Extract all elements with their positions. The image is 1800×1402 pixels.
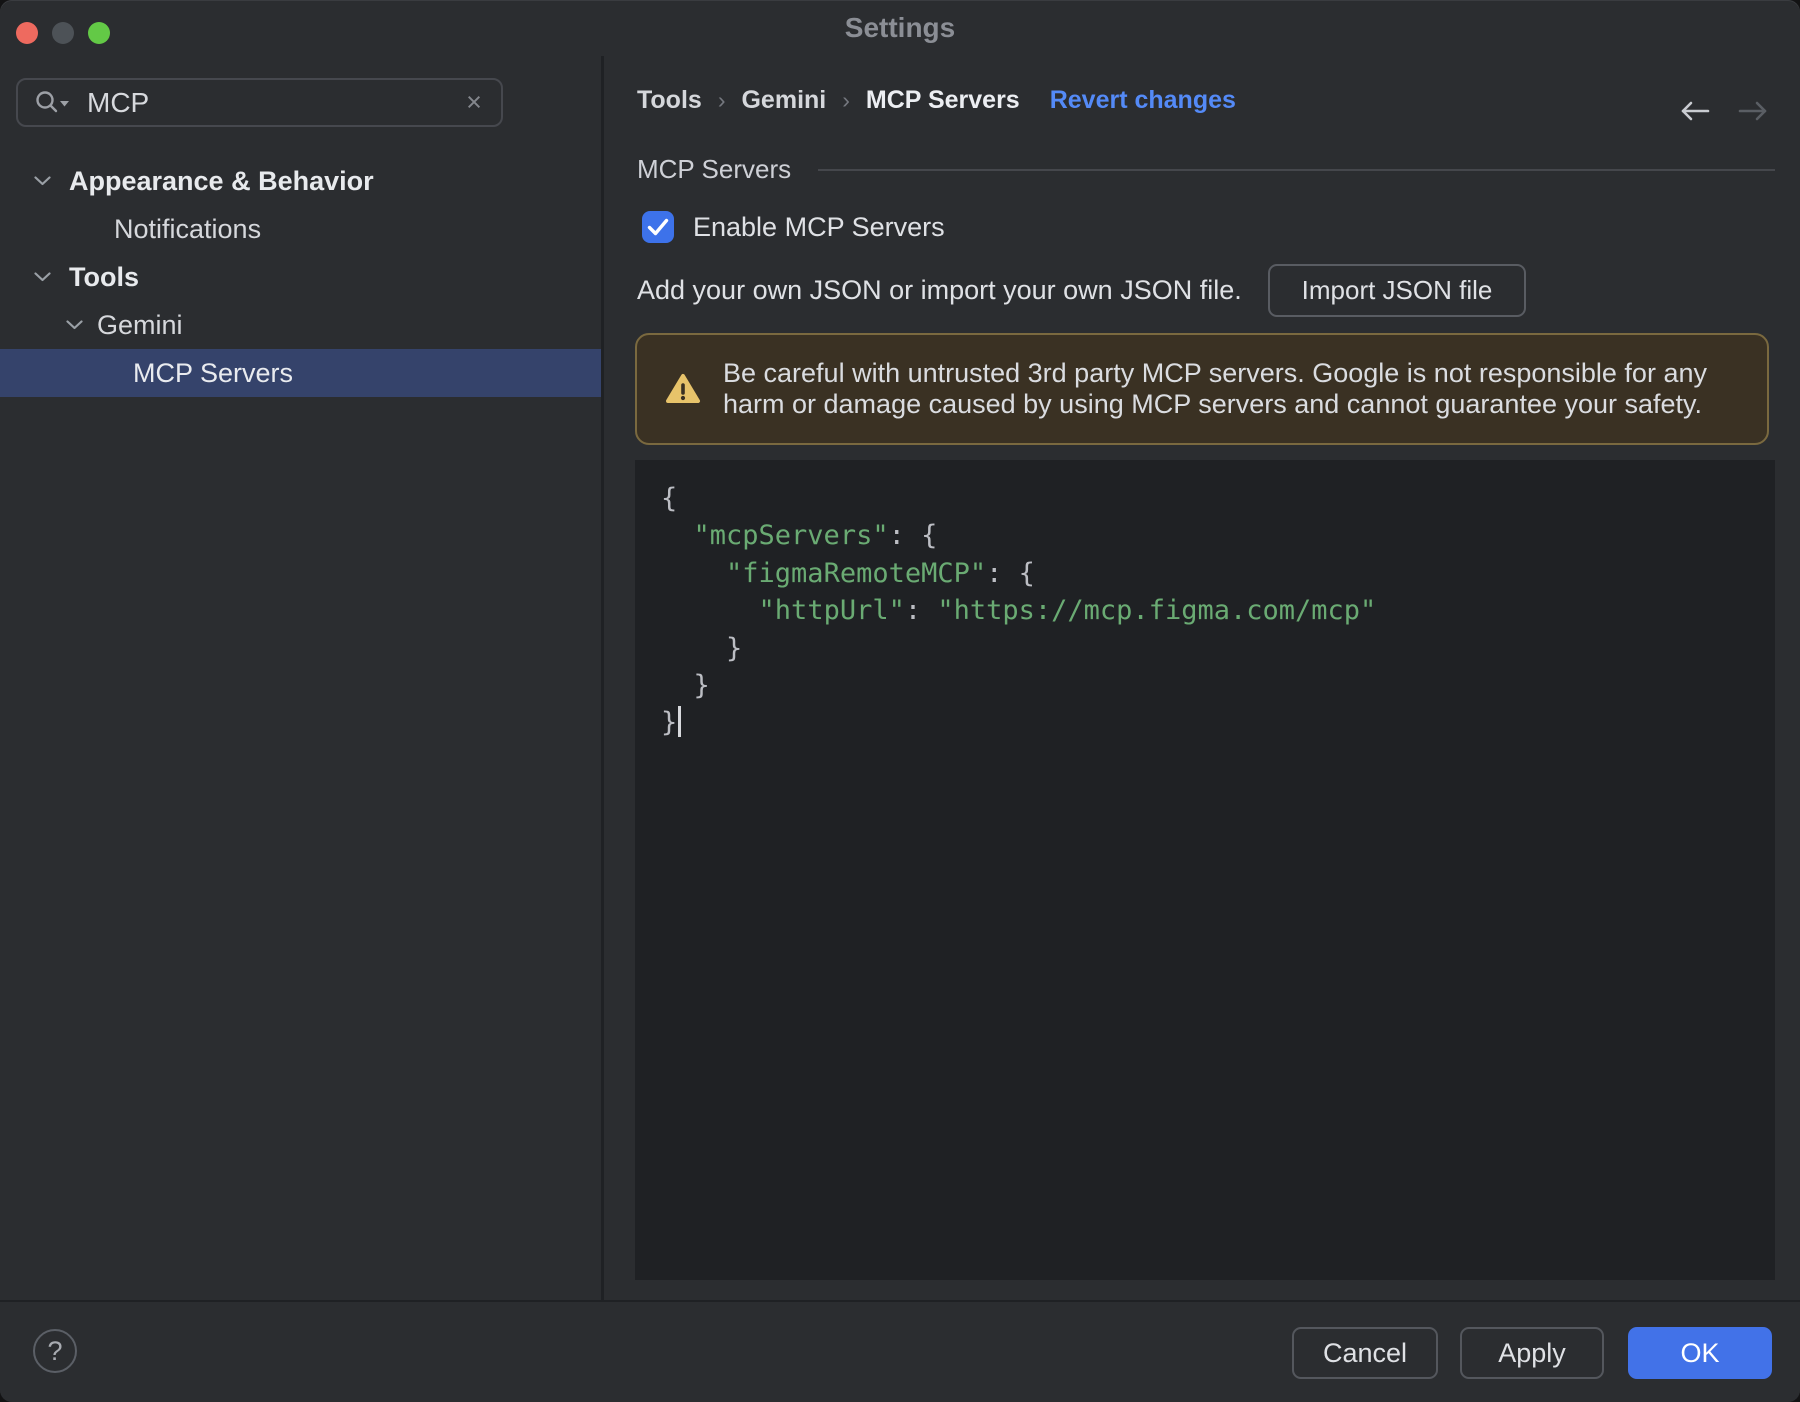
code-line: } xyxy=(661,632,743,664)
code-line: } xyxy=(661,704,1755,741)
breadcrumb-separator-icon: › xyxy=(717,87,726,113)
settings-tree: Appearance & Behavior Notifications Tool… xyxy=(0,157,601,397)
search-icon xyxy=(36,90,69,112)
ok-button[interactable]: OK xyxy=(1628,1327,1772,1379)
cancel-button[interactable]: Cancel xyxy=(1292,1327,1438,1379)
breadcrumb-item-tools[interactable]: Tools xyxy=(637,86,702,115)
sidebar-item-gemini[interactable]: Gemini xyxy=(0,301,601,349)
breadcrumb-separator-icon: › xyxy=(842,87,850,113)
warning-icon xyxy=(666,374,700,403)
chevron-down-icon[interactable] xyxy=(66,320,83,330)
titlebar: Settings xyxy=(0,0,1800,56)
dialog-footer: ? Cancel Apply OK xyxy=(0,1300,1800,1402)
section-title: MCP Servers xyxy=(637,154,792,184)
code-line: "httpUrl": "https://mcp.figma.com/mcp" xyxy=(758,595,1377,627)
window-title: Settings xyxy=(844,12,956,43)
search-input[interactable] xyxy=(85,85,461,120)
enable-mcp-checkbox[interactable] xyxy=(642,211,674,243)
zoom-window-button[interactable] xyxy=(88,22,110,44)
mcp-json-editor[interactable]: { "mcpServers": { "figmaRemoteMCP": { "h… xyxy=(635,460,1775,1280)
minimize-window-button[interactable] xyxy=(52,22,74,44)
import-json-row: Add your own JSON or import your own JSO… xyxy=(637,263,1775,317)
sidebar-item-mcp-servers[interactable]: MCP Servers xyxy=(0,349,601,397)
text-caret xyxy=(678,706,681,738)
breadcrumb-item-gemini[interactable]: Gemini xyxy=(741,86,826,115)
section-divider xyxy=(818,168,1775,171)
chevron-down-icon[interactable] xyxy=(34,176,51,186)
breadcrumb: Tools › Gemini › MCP Servers Revert chan… xyxy=(637,86,1236,115)
code-line: } xyxy=(661,670,710,702)
sidebar-item-label: MCP Servers xyxy=(133,357,294,388)
settings-search-box[interactable]: × xyxy=(16,78,503,127)
sidebar-item-appearance-behavior[interactable]: Appearance & Behavior xyxy=(0,157,601,205)
sidebar-item-label: Gemini xyxy=(97,309,183,340)
revert-changes-link[interactable]: Revert changes xyxy=(1050,86,1236,115)
traffic-lights xyxy=(16,22,110,44)
sidebar-item-label: Tools xyxy=(69,261,139,292)
forward-arrow-icon[interactable] xyxy=(1738,100,1770,122)
sidebar-item-label: Notifications xyxy=(114,213,262,244)
settings-sidebar: × Appearance & Behavior Notifications To… xyxy=(0,56,604,1300)
history-nav xyxy=(1678,100,1770,122)
checkmark-icon xyxy=(647,218,669,236)
import-json-text: Add your own JSON or import your own JSO… xyxy=(637,274,1242,305)
enable-mcp-row: Enable MCP Servers xyxy=(642,211,945,243)
help-button[interactable]: ? xyxy=(33,1329,77,1373)
breadcrumb-item-mcp-servers: MCP Servers xyxy=(865,86,1020,114)
close-window-button[interactable] xyxy=(16,22,38,44)
warning-banner: Be careful with untrusted 3rd party MCP … xyxy=(635,333,1769,445)
code-line: "figmaRemoteMCP": { xyxy=(726,557,1035,589)
sidebar-item-label: Appearance & Behavior xyxy=(69,165,374,196)
question-mark-icon: ? xyxy=(47,1335,63,1366)
sidebar-item-notifications[interactable]: Notifications xyxy=(0,205,601,253)
code-line: "mcpServers": { xyxy=(693,520,938,552)
warning-text: Be careful with untrusted 3rd party MCP … xyxy=(723,358,1707,419)
settings-main-panel: Tools › Gemini › MCP Servers Revert chan… xyxy=(604,56,1800,1300)
apply-button[interactable]: Apply xyxy=(1460,1327,1604,1379)
code-line: { xyxy=(661,483,678,514)
back-arrow-icon[interactable] xyxy=(1678,100,1710,122)
chevron-down-icon[interactable] xyxy=(34,272,51,282)
clear-search-icon[interactable]: × xyxy=(461,87,487,117)
enable-mcp-label[interactable]: Enable MCP Servers xyxy=(693,212,945,243)
section-header: MCP Servers xyxy=(637,154,1775,185)
sidebar-item-tools[interactable]: Tools xyxy=(0,253,601,301)
import-json-file-button[interactable]: Import JSON file xyxy=(1268,264,1526,317)
settings-window: Settings × Appearance & Behavior xyxy=(0,0,1800,1402)
